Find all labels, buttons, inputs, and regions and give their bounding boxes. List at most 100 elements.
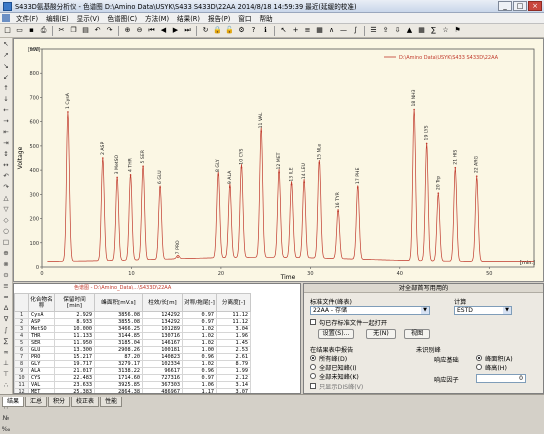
maximize-button[interactable]: □ <box>513 1 527 11</box>
menu-help[interactable]: 帮助 <box>255 13 276 23</box>
table-row[interactable]: 8 GLY 19.717 3279.17 102334 1.02 8.79 <box>14 360 251 368</box>
left-tool-26-icon[interactable]: ∇ <box>1 315 11 324</box>
open-icon[interactable]: ▭ <box>14 25 25 36</box>
grid-icon[interactable]: ▦ <box>314 25 325 36</box>
tab-summary[interactable]: 汇总 <box>25 397 48 407</box>
left-tool-19-icon[interactable]: □ <box>1 238 11 247</box>
peak-marker[interactable] <box>303 181 305 184</box>
undo-icon[interactable]: ↶ <box>92 25 103 36</box>
table-row[interactable]: 6 GLU 13.300 2908.26 100181 1.00 2.53 <box>14 346 251 354</box>
copy-icon[interactable]: ❐ <box>68 25 79 36</box>
chromatogram-trace[interactable] <box>47 109 534 262</box>
table-row[interactable]: 4 THR 11.133 3144.85 130716 1.02 1.96 <box>14 332 251 340</box>
left-tool-6-icon[interactable]: ↓ <box>1 95 11 104</box>
height-radio[interactable] <box>476 364 482 370</box>
chevron-down-icon[interactable]: ▼ <box>421 307 429 314</box>
chevron-down-icon[interactable]: ▼ <box>503 307 511 314</box>
left-tool-16-icon[interactable]: ▽ <box>1 205 11 214</box>
left-tool-4-icon[interactable]: ↙ <box>1 73 11 82</box>
table-row[interactable]: 1 CysA 2.929 3856.08 124292 0.97 11.12 <box>14 311 251 319</box>
peak-marker[interactable] <box>177 256 179 259</box>
calc-select[interactable]: ESTD ▼ <box>454 306 512 315</box>
menu-edit[interactable]: 编辑(E) <box>42 13 73 23</box>
table-icon[interactable]: ▦ <box>416 25 427 36</box>
left-tool-22-icon[interactable]: ⊙ <box>1 271 11 280</box>
chromatogram-chart[interactable]: 01002003004005006007008009000 10 20 30 40 50V… <box>14 39 543 281</box>
table-row[interactable]: 3 MetSO 10.000 3466.25 101289 1.02 3.04 <box>14 325 251 333</box>
left-tool-32-icon[interactable]: ∴ <box>1 381 11 390</box>
left-tool-12-icon[interactable]: ↔ <box>1 161 11 170</box>
left-tool-25-icon[interactable]: ∆ <box>1 304 11 313</box>
import-icon[interactable]: ⇩ <box>392 25 403 36</box>
peak-table-header[interactable]: 柱效/长[m] <box>142 293 183 312</box>
tab-results[interactable]: 结果 <box>2 397 25 407</box>
next-icon[interactable]: ▶ <box>170 25 181 36</box>
calc-icon[interactable]: ∑ <box>428 25 439 36</box>
menu-results[interactable]: 结果(R) <box>173 13 204 23</box>
peak-marker[interactable] <box>260 130 262 133</box>
peak-marker[interactable] <box>475 175 478 177</box>
peak-marker[interactable] <box>67 111 69 113</box>
redo-icon[interactable]: ↷ <box>104 25 115 36</box>
left-tool-21-icon[interactable]: ⊗ <box>1 260 11 269</box>
table-row[interactable]: 5 SER 11.950 3185.04 146167 1.02 1.45 <box>14 339 251 347</box>
peak-marker[interactable] <box>240 166 243 169</box>
left-tool-9-icon[interactable]: ⇤ <box>1 128 11 137</box>
left-tool-8-icon[interactable]: → <box>1 117 11 126</box>
left-tool-27-icon[interactable]: ∫ <box>1 326 11 335</box>
left-tool-13-icon[interactable]: ↶ <box>1 172 11 181</box>
peak-marker[interactable] <box>278 171 280 174</box>
peak-marker[interactable] <box>318 162 321 164</box>
left-tool-31-icon[interactable]: ⊤ <box>1 370 11 379</box>
menu-view[interactable]: 显示(V) <box>73 13 104 23</box>
cut-icon[interactable]: ✂ <box>56 25 67 36</box>
last-icon[interactable]: ⏭ <box>182 25 193 36</box>
help-icon[interactable]: ? <box>248 25 259 36</box>
tab-performance[interactable]: 性能 <box>100 397 123 407</box>
prev-icon[interactable]: ◀ <box>158 25 169 36</box>
refresh-icon[interactable]: ↻ <box>200 25 211 36</box>
settings-button[interactable]: 设置(S)... <box>318 329 354 339</box>
print-icon[interactable]: ⎙ <box>38 25 49 36</box>
left-tool-23-icon[interactable]: ≡ <box>1 282 11 291</box>
peak-marker[interactable] <box>454 166 457 169</box>
save-icon[interactable]: ▪ <box>26 25 37 36</box>
chart-icon[interactable]: ▲ <box>404 25 415 36</box>
peak-table[interactable]: 化合物名称 保留时间[min] 峰面积[mV.s] 柱效/长[m] 对称/拖尾[-] 分离… <box>14 293 251 393</box>
ruler-icon[interactable]: ≡ <box>302 25 313 36</box>
none-button[interactable]: 无(N) <box>366 329 396 339</box>
left-tool-36-icon[interactable]: ‰ <box>1 425 11 434</box>
menu-window[interactable]: 窗口 <box>234 13 255 23</box>
minimize-button[interactable]: _ <box>498 1 512 11</box>
left-tool-10-icon[interactable]: ⇥ <box>1 139 11 148</box>
integrate-icon[interactable]: ∫ <box>350 25 361 36</box>
menu-chromatogram[interactable]: 色谱图(C) <box>103 13 141 23</box>
left-tool-5-icon[interactable]: ↑ <box>1 84 11 93</box>
left-tool-7-icon[interactable]: ← <box>1 106 11 115</box>
left-tool-20-icon[interactable]: ⊕ <box>1 249 11 258</box>
left-tool-15-icon[interactable]: △ <box>1 194 11 203</box>
settings-icon[interactable]: ⚙ <box>236 25 247 36</box>
named-peaks-radio[interactable] <box>310 364 316 370</box>
peak-marker[interactable] <box>102 157 104 159</box>
peak-marker[interactable] <box>413 108 415 111</box>
table-row[interactable]: 10 CYS 22.483 1714.60 727316 0.97 2.12 <box>14 374 251 382</box>
table-row[interactable]: 2 ASP 8.933 3855.08 134292 0.97 11.12 <box>14 318 251 326</box>
left-tool-24-icon[interactable]: ≈ <box>1 293 11 302</box>
cursor-icon[interactable]: ↖ <box>278 25 289 36</box>
peak-marker[interactable] <box>425 142 428 145</box>
left-tool-14-icon[interactable]: ↷ <box>1 183 11 192</box>
zoom-out-icon[interactable]: ⊖ <box>134 25 145 36</box>
area-radio[interactable] <box>476 355 482 361</box>
tab-integration[interactable]: 积分 <box>48 397 71 407</box>
response-factor-input[interactable]: 0 <box>476 374 526 383</box>
left-tool-18-icon[interactable]: ○ <box>1 227 11 236</box>
open-with-standard-checkbox[interactable] <box>310 319 316 325</box>
peak-table-header[interactable]: 化合物名称 <box>28 293 55 312</box>
close-button[interactable]: × <box>528 1 542 11</box>
peak-marker[interactable] <box>116 176 118 179</box>
all-peaks-radio[interactable] <box>310 355 316 361</box>
crosshair-icon[interactable]: + <box>290 25 301 36</box>
system-menu-icon[interactable] <box>2 14 10 22</box>
peak-marker[interactable] <box>142 165 144 168</box>
